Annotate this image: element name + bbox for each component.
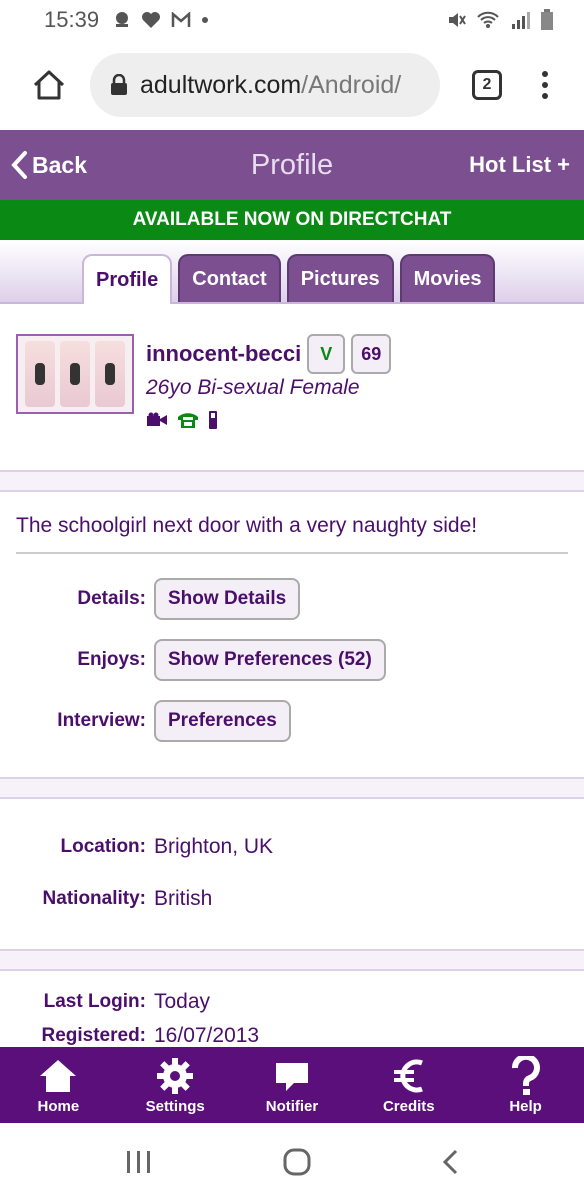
nav-notifier-label: Notifier bbox=[265, 1097, 319, 1115]
nav-credits[interactable]: Credits bbox=[350, 1047, 467, 1123]
nav-notifier[interactable]: Notifier bbox=[234, 1047, 351, 1123]
dot-icon bbox=[202, 17, 209, 23]
location-value: Brighton, UK bbox=[154, 835, 274, 858]
profile-tagline: The schoolgirl next door with a very nau… bbox=[16, 492, 568, 554]
phone-icon[interactable] bbox=[176, 411, 200, 429]
nav-settings[interactable]: Settings bbox=[117, 1047, 234, 1123]
mute-icon bbox=[449, 13, 466, 27]
details-section: Details: Show Details Enjoys: Show Prefe… bbox=[0, 554, 584, 777]
nav-help[interactable]: Help bbox=[467, 1047, 584, 1123]
registered-value: 16/07/2013 bbox=[154, 1024, 260, 1047]
thumbnail-figure bbox=[95, 341, 126, 407]
browser-toolbar: adultwork.com/Android/ 2 bbox=[0, 40, 584, 130]
rating-badge[interactable]: 69 bbox=[351, 334, 392, 374]
thumbnail-figure bbox=[24, 341, 55, 407]
interview-label: Interview: bbox=[57, 709, 146, 731]
nav-credits-label: Credits bbox=[382, 1097, 435, 1115]
recent-apps-icon[interactable] bbox=[124, 1149, 154, 1175]
interview-preferences-button[interactable]: Preferences bbox=[154, 699, 291, 742]
gear-icon bbox=[157, 1057, 194, 1094]
last-login-value: Today bbox=[154, 990, 211, 1013]
show-details-button[interactable]: Show Details bbox=[154, 577, 301, 620]
verified-badge[interactable]: V bbox=[307, 334, 346, 374]
tab-switcher-button[interactable]: 2 bbox=[472, 70, 502, 100]
home-outline-icon bbox=[33, 70, 65, 100]
webcam-icon[interactable] bbox=[146, 412, 168, 428]
tab-profile[interactable]: Profile bbox=[82, 254, 173, 304]
mobile-icon[interactable] bbox=[208, 410, 218, 430]
wifi-icon bbox=[477, 11, 499, 28]
location-label: Location: bbox=[60, 836, 147, 857]
back-label: Back bbox=[32, 151, 87, 178]
location-section: Location: Brighton, UK Nationality: Brit… bbox=[0, 799, 584, 949]
home-icon bbox=[40, 1059, 77, 1092]
status-time: 15:39 bbox=[44, 7, 100, 32]
system-nav-bar bbox=[0, 1123, 584, 1200]
signal-icon bbox=[512, 12, 530, 29]
profile-tabs: Profile Contact Pictures Movies bbox=[0, 240, 584, 304]
show-preferences-button[interactable]: Show Preferences (52) bbox=[154, 638, 386, 681]
nationality-label: Nationality: bbox=[42, 888, 146, 909]
hot-list-button[interactable]: Hot List + bbox=[469, 152, 584, 178]
menu-dot bbox=[542, 71, 548, 77]
profile-thumbnail[interactable] bbox=[16, 334, 134, 414]
browser-menu-button[interactable] bbox=[542, 71, 548, 99]
back-nav-icon[interactable] bbox=[440, 1148, 460, 1176]
nav-settings-label: Settings bbox=[145, 1097, 205, 1115]
profile-summary: innocent-becci V 69 26yo Bi-sexual Femal… bbox=[0, 304, 584, 470]
mail-icon bbox=[171, 12, 191, 27]
battery-icon bbox=[541, 9, 553, 30]
section-divider bbox=[0, 949, 584, 971]
lock-icon bbox=[110, 74, 128, 96]
euro-icon bbox=[393, 1059, 423, 1092]
bottom-nav: Home Settings Notifier Credits Help bbox=[0, 1047, 584, 1123]
heart-icon bbox=[142, 12, 161, 28]
tab-pictures[interactable]: Pictures bbox=[286, 254, 394, 302]
url-domain: adultwork.com bbox=[140, 70, 302, 99]
interview-row: Interview: Preferences bbox=[0, 690, 584, 751]
tab-contact[interactable]: Contact bbox=[178, 254, 281, 302]
details-label: Details: bbox=[77, 587, 146, 609]
nav-home[interactable]: Home bbox=[0, 1047, 117, 1123]
app-header: Back Profile Hot List + bbox=[0, 130, 584, 200]
details-row: Details: Show Details bbox=[0, 568, 584, 629]
nav-home-label: Home bbox=[37, 1097, 80, 1115]
enjoys-row: Enjoys: Show Preferences (52) bbox=[0, 629, 584, 690]
back-button[interactable]: Back bbox=[0, 150, 87, 180]
username: innocent-becci bbox=[146, 341, 302, 366]
registered-label: Registered: bbox=[41, 1025, 146, 1046]
section-divider bbox=[0, 470, 584, 492]
url-path: /Android/ bbox=[301, 70, 402, 99]
chat-bubble-icon bbox=[275, 1062, 308, 1091]
address-bar[interactable]: adultwork.com/Android/ bbox=[90, 53, 440, 117]
directchat-banner[interactable]: AVAILABLE NOW ON DIRECTCHAT bbox=[0, 200, 584, 240]
tab-movies[interactable]: Movies bbox=[399, 254, 496, 302]
nationality-value: British bbox=[154, 887, 213, 910]
home-circle-icon[interactable] bbox=[282, 1147, 312, 1177]
notification-icon bbox=[116, 12, 129, 27]
menu-dot bbox=[542, 93, 548, 99]
section-divider bbox=[0, 777, 584, 799]
status-bar: 15:39 bbox=[0, 0, 584, 40]
browser-home-button[interactable] bbox=[24, 60, 74, 110]
menu-dot bbox=[542, 82, 548, 88]
last-login-label: Last Login: bbox=[43, 991, 146, 1012]
question-icon bbox=[511, 1055, 540, 1095]
enjoys-label: Enjoys: bbox=[77, 648, 146, 670]
chevron-left-icon bbox=[11, 151, 27, 179]
nav-help-label: Help bbox=[509, 1097, 542, 1115]
thumbnail-figure bbox=[59, 341, 90, 407]
profile-description: 26yo Bi-sexual Female bbox=[146, 376, 360, 399]
